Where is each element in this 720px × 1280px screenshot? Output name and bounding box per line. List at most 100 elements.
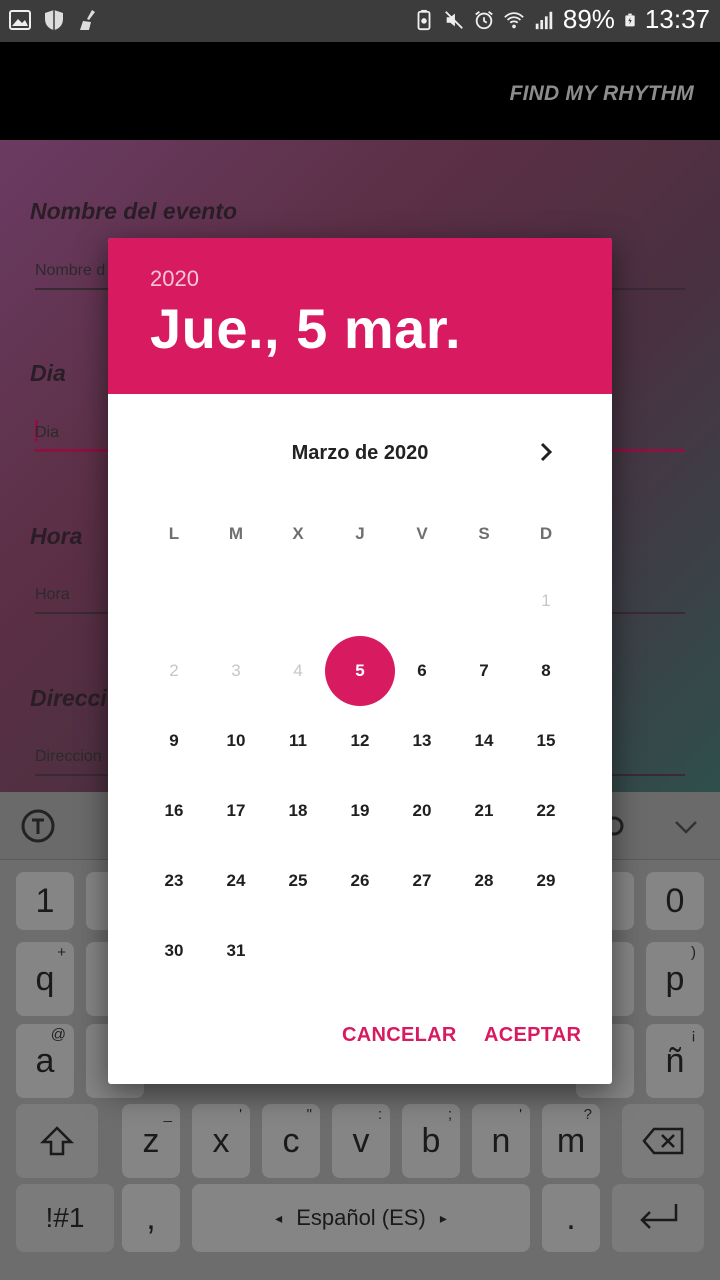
- calendar-day[interactable]: 27: [387, 846, 457, 916]
- calendar-day[interactable]: 9: [139, 706, 209, 776]
- key-c-alt: ": [306, 1106, 312, 1123]
- calendar-day[interactable]: 7: [449, 636, 519, 706]
- shift-icon: [40, 1126, 74, 1156]
- date-picker-dialog: 2020 Jue., 5 mar. Marzo de 2020 LMXJVSD …: [108, 238, 612, 1084]
- calendar-day[interactable]: 13: [387, 706, 457, 776]
- calendar-day[interactable]: 11: [263, 706, 333, 776]
- enter-key[interactable]: [612, 1184, 704, 1252]
- key-z[interactable]: _ z: [122, 1104, 180, 1178]
- left-arrow-icon: ◂: [275, 1209, 283, 1226]
- cancel-button[interactable]: CANCELAR: [342, 1024, 457, 1047]
- key-p[interactable]: ) p: [646, 942, 704, 1016]
- battery-icon: [625, 13, 635, 26]
- key-m-alt: ?: [583, 1106, 592, 1123]
- calendar-day[interactable]: 20: [387, 776, 457, 846]
- key-x[interactable]: ' x: [192, 1104, 250, 1178]
- calendar-day[interactable]: 29: [511, 846, 581, 916]
- key-1[interactable]: 1: [16, 872, 74, 930]
- key-v[interactable]: :v: [332, 1104, 390, 1178]
- calendar-day[interactable]: 6: [387, 636, 457, 706]
- calendar-day[interactable]: 24: [201, 846, 271, 916]
- event-name-label: Nombre del evento: [30, 198, 238, 224]
- calendar-day: 1: [541, 591, 551, 610]
- calendar-day[interactable]: 21: [449, 776, 519, 846]
- comma-key[interactable]: ,: [122, 1184, 180, 1252]
- calendar-day[interactable]: 18: [263, 776, 333, 846]
- key-m-label: m: [556, 1121, 586, 1160]
- shield-icon: [45, 10, 63, 30]
- date-picker-header: 2020 Jue., 5 mar.: [108, 238, 612, 394]
- symbols-key[interactable]: !#1: [16, 1184, 114, 1252]
- key-m[interactable]: ? m: [542, 1104, 600, 1178]
- key-c-label: c: [282, 1121, 300, 1160]
- gallery-icon: [9, 10, 31, 30]
- key-enye[interactable]: ¡ ñ: [646, 1024, 704, 1098]
- calendar-day[interactable]: 25: [263, 846, 333, 916]
- calendar-day[interactable]: 8: [511, 636, 581, 706]
- key-b-alt: ;: [447, 1106, 452, 1123]
- key-q[interactable]: + q: [16, 942, 74, 1016]
- weekday-label: M: [228, 524, 244, 543]
- calendar-day[interactable]: 26: [325, 846, 395, 916]
- key-p-alt: ): [691, 944, 696, 961]
- weekday-label: D: [539, 524, 553, 543]
- translate-icon[interactable]: [18, 806, 58, 846]
- key-n-alt: ': [519, 1106, 522, 1123]
- wifi-icon: [504, 11, 524, 28]
- calendar-day: 3: [231, 661, 241, 680]
- calendar-day[interactable]: 22: [511, 776, 581, 846]
- alarm-icon: [475, 10, 493, 29]
- event-name-placeholder: Nombre d: [35, 262, 106, 279]
- shift-key[interactable]: [16, 1104, 98, 1178]
- period-key[interactable]: .: [542, 1184, 600, 1252]
- calendar-day[interactable]: 30: [139, 916, 209, 986]
- calendar-day[interactable]: 14: [449, 706, 519, 776]
- key-p-label: p: [665, 959, 685, 998]
- key-a[interactable]: @ a: [16, 1024, 74, 1098]
- space-key[interactable]: ◂ Español (ES) ▸: [192, 1184, 530, 1252]
- key-n[interactable]: ' n: [472, 1104, 530, 1178]
- weekday-label: V: [416, 524, 428, 543]
- key-n-label: n: [491, 1121, 511, 1160]
- time-placeholder: Hora: [35, 586, 70, 603]
- key-b[interactable]: ; b: [402, 1104, 460, 1178]
- calendar-day[interactable]: 10: [201, 706, 271, 776]
- key-x-alt: ': [239, 1106, 242, 1123]
- time-label: Hora: [30, 523, 83, 549]
- status-bar: 89% 13:37: [0, 0, 720, 42]
- key-0[interactable]: 0: [646, 872, 704, 930]
- calendar-day[interactable]: 23: [139, 846, 209, 916]
- key-q-alt: +: [57, 944, 66, 961]
- mute-icon: [444, 10, 463, 29]
- weekday-label: X: [292, 524, 304, 543]
- year-selector[interactable]: 2020: [150, 266, 199, 292]
- address-label: Direcci: [30, 685, 107, 711]
- calendar-day[interactable]: 16: [139, 776, 209, 846]
- key-c[interactable]: " c: [262, 1104, 320, 1178]
- calendar-day-selected[interactable]: 5: [325, 636, 395, 706]
- next-month-icon[interactable]: [532, 438, 560, 466]
- calendar-day[interactable]: 15: [511, 706, 581, 776]
- calendar-day[interactable]: 12: [325, 706, 395, 776]
- calendar-day[interactable]: 31: [201, 916, 271, 986]
- key-a-alt: @: [50, 1026, 66, 1043]
- key-z-alt: _: [163, 1106, 172, 1123]
- broom-icon: [80, 10, 95, 30]
- backspace-key[interactable]: [622, 1104, 704, 1178]
- calendar-day: 2: [169, 661, 179, 680]
- battery-percent: 89%: [562, 4, 615, 34]
- accept-button[interactable]: ACEPTAR: [484, 1024, 581, 1047]
- calendar-day[interactable]: 28: [449, 846, 519, 916]
- calendar-day[interactable]: 19: [325, 776, 395, 846]
- key-z-label: z: [142, 1121, 160, 1160]
- key-enye-alt: ¡: [691, 1026, 696, 1043]
- calendar-day[interactable]: 17: [201, 776, 271, 846]
- calendar-day: 4: [293, 661, 303, 680]
- selected-date[interactable]: Jue., 5 mar.: [150, 296, 461, 361]
- weekday-label: J: [355, 524, 365, 543]
- right-arrow-icon: ▸: [439, 1209, 447, 1226]
- clock: 13:37: [644, 4, 710, 34]
- day-placeholder: Dia: [35, 424, 60, 441]
- backspace-icon: [642, 1127, 684, 1155]
- chevron-down-icon[interactable]: [666, 806, 706, 846]
